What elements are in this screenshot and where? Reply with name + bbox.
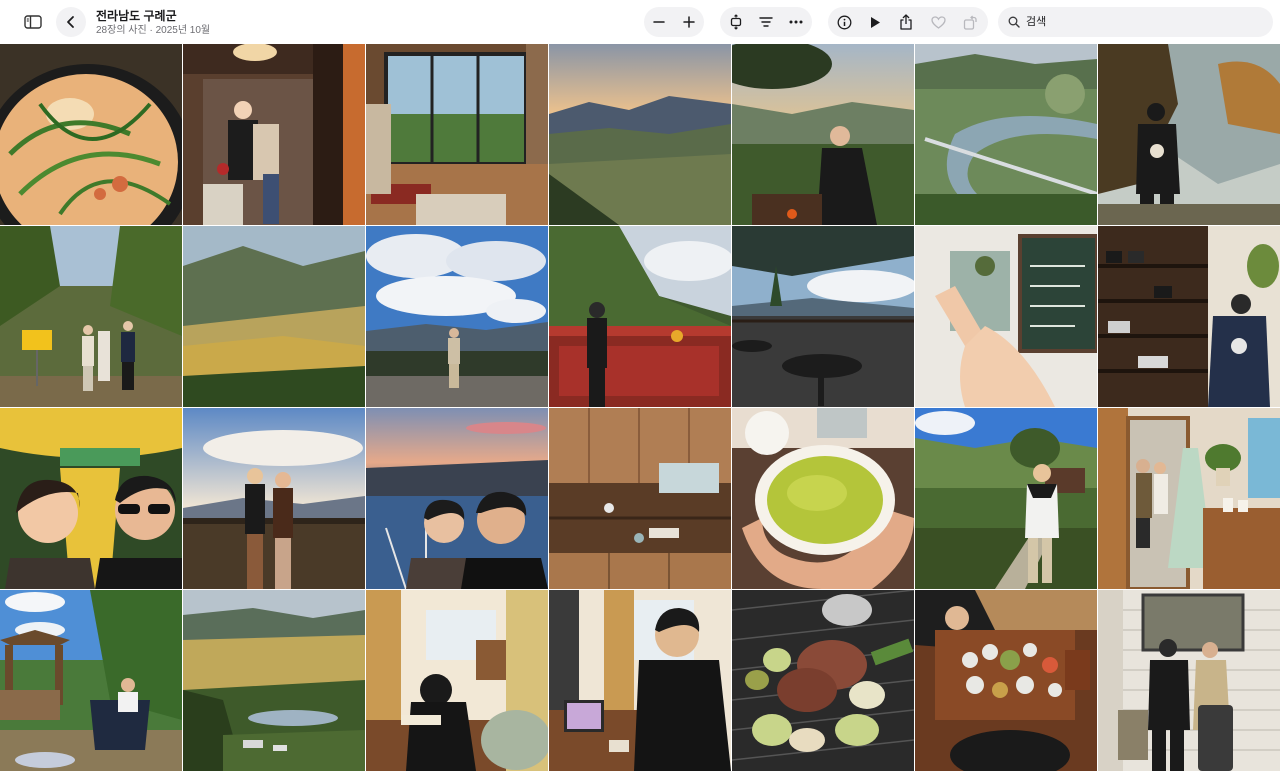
photo-mountain-valley xyxy=(183,226,365,407)
photo-living-room xyxy=(366,44,548,225)
share-icon xyxy=(900,14,912,30)
photo-cafe-mirror xyxy=(183,44,365,225)
photo-matcha-bowl xyxy=(732,408,914,589)
photo-thumbnail[interactable] xyxy=(366,408,548,589)
photo-thumbnail[interactable] xyxy=(1098,226,1280,407)
photo-mirror-dress xyxy=(1098,408,1280,589)
photo-forest-sign xyxy=(0,226,182,407)
photo-kitchen-shelf xyxy=(549,408,731,589)
sidebar-icon xyxy=(24,15,42,29)
photo-man-tree-photo xyxy=(1098,44,1280,225)
photo-camera-shelf xyxy=(1098,226,1280,407)
photo-laptop-man xyxy=(549,590,731,771)
photo-thumbnail[interactable] xyxy=(366,44,548,225)
photo-thumbnail[interactable] xyxy=(549,44,731,225)
photo-thumbnail[interactable] xyxy=(183,408,365,589)
rotate-icon xyxy=(963,15,977,30)
search-field[interactable] xyxy=(998,7,1273,37)
photo-thumbnail[interactable] xyxy=(549,226,731,407)
photo-thumbnail[interactable] xyxy=(1098,44,1280,225)
back-button[interactable] xyxy=(56,7,86,37)
photo-thumbnail[interactable] xyxy=(366,226,548,407)
photo-station-mirror xyxy=(1098,590,1280,771)
photo-dusk-selfie xyxy=(366,408,548,589)
photo-thumbnail[interactable] xyxy=(183,226,365,407)
photo-thumbnail[interactable] xyxy=(183,44,365,225)
photo-thumbnail[interactable] xyxy=(732,226,914,407)
photo-cafe-terrace xyxy=(732,226,914,407)
heart-icon xyxy=(930,15,946,29)
photo-valley-lake xyxy=(183,590,365,771)
photo-thumbnail[interactable] xyxy=(915,590,1097,771)
photo-cloudy-sky xyxy=(366,226,548,407)
photo-thumbnail[interactable] xyxy=(1098,590,1280,771)
slideshow-button[interactable] xyxy=(860,7,890,37)
play-icon xyxy=(871,16,880,28)
photo-mountain-couple xyxy=(183,408,365,589)
favorite-button[interactable] xyxy=(923,7,953,37)
toolbar: 전라남도 구례군 28장의 사진 · 2025년 10월 xyxy=(0,0,1280,44)
photo-bbq-man xyxy=(732,44,914,225)
photo-balcony-woman xyxy=(549,226,731,407)
photo-thumbnail[interactable] xyxy=(549,590,731,771)
rotate-button[interactable] xyxy=(955,7,985,37)
filter-button[interactable] xyxy=(751,7,781,37)
chevron-left-icon xyxy=(67,16,74,28)
page-title: 전라남도 구례군 xyxy=(96,9,177,23)
photo-river-bridge xyxy=(915,44,1097,225)
photo-soup xyxy=(0,44,182,225)
photo-actions-control xyxy=(828,7,988,37)
plus-icon xyxy=(683,16,695,28)
photo-thumbnail[interactable] xyxy=(915,226,1097,407)
aspect-ratio-icon xyxy=(730,14,742,30)
photo-thumbnail[interactable] xyxy=(549,408,731,589)
photo-thumbnail[interactable] xyxy=(366,590,548,771)
sidebar-toggle-button[interactable] xyxy=(18,7,48,37)
photo-reading-desk xyxy=(366,590,548,771)
photo-thumbnail[interactable] xyxy=(0,590,182,771)
info-icon xyxy=(837,15,851,29)
photo-thumbnail[interactable] xyxy=(0,408,182,589)
photo-thumbnail[interactable] xyxy=(732,44,914,225)
info-button[interactable] xyxy=(829,7,859,37)
more-button[interactable] xyxy=(781,7,811,37)
photo-grill-meat xyxy=(732,590,914,771)
photo-thumbnail[interactable] xyxy=(732,408,914,589)
photo-thumbnail[interactable] xyxy=(0,226,182,407)
photo-train-selfie xyxy=(0,408,182,589)
photo-thumbnail[interactable] xyxy=(915,408,1097,589)
share-button[interactable] xyxy=(891,7,921,37)
zoom-control xyxy=(644,7,704,37)
filter-icon xyxy=(759,17,773,27)
photo-camping-chair xyxy=(0,590,182,771)
photo-thumbnail[interactable] xyxy=(1098,408,1280,589)
photo-thumbnail[interactable] xyxy=(915,44,1097,225)
ellipsis-icon xyxy=(789,20,803,24)
photo-peace-sign xyxy=(915,226,1097,407)
zoom-in-button[interactable] xyxy=(674,7,704,37)
zoom-out-button[interactable] xyxy=(644,7,674,37)
photo-thumbnail[interactable] xyxy=(183,590,365,771)
view-options-control xyxy=(720,7,812,37)
search-icon xyxy=(1008,16,1020,28)
minus-icon xyxy=(653,21,665,23)
aspect-ratio-button[interactable] xyxy=(721,7,751,37)
photo-korean-table xyxy=(915,590,1097,771)
photo-thumbnail[interactable] xyxy=(732,590,914,771)
search-input[interactable] xyxy=(1026,16,1256,28)
album-header: 전라남도 구례군 28장의 사진 · 2025년 10월 xyxy=(96,9,210,37)
page-subtitle: 28장의 사진 · 2025년 10월 xyxy=(96,25,211,36)
photo-grid xyxy=(0,44,1280,776)
photo-thumbnail[interactable] xyxy=(0,44,182,225)
photo-valley-sunset xyxy=(549,44,731,225)
photo-woman-garden xyxy=(915,408,1097,589)
